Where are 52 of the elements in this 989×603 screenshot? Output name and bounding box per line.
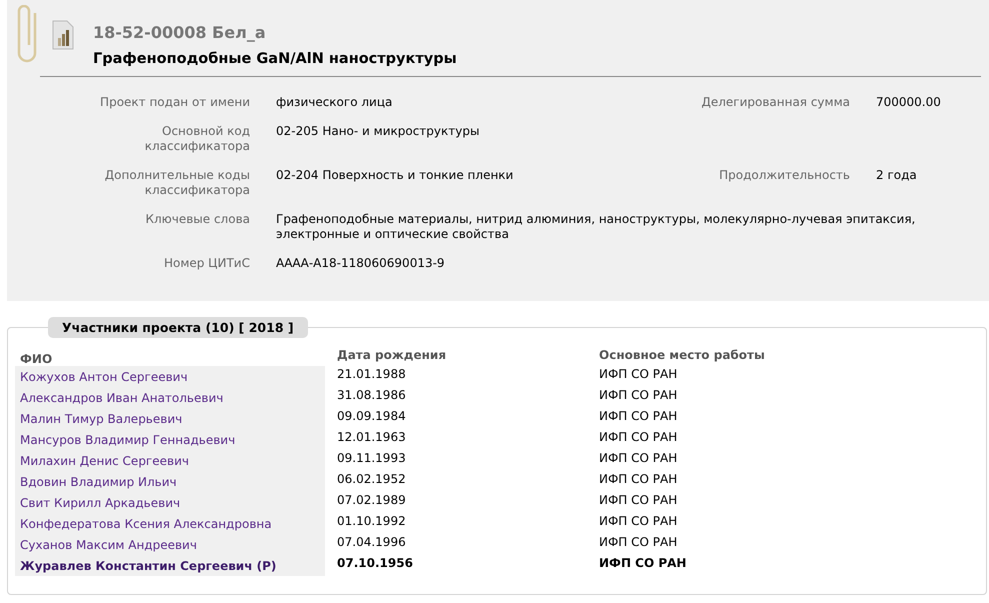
field-label: Продолжительность [718,168,850,184]
field-label: Делегированная сумма [700,95,850,110]
table-cell-text: ИФП СО РАН [599,493,678,509]
field-label: Дополнительные коды классификатора [104,168,250,198]
table-cell-text: ИФП СО РАН [599,451,678,467]
participant-link[interactable]: Малин Тимур Валерьевич [15,408,325,429]
table-cell-text: 06.02.1952 [337,472,407,488]
table-cell-text: 31.08.1986 [337,388,407,404]
table-cell-text: ИФП СО РАН [599,409,678,425]
table-cell-text: 09.09.1984 [337,409,407,425]
field-value: 02-204 Поверхность и тонкие пленки [276,168,514,184]
field-label: Номер ЦИТиС [164,256,250,271]
table-cell-text: 12.01.1963 [337,430,407,446]
field-label: Основной код классификатора [144,124,250,154]
participant-link[interactable]: Кожухов Антон Сергеевич [15,366,325,387]
table-cell-text: 07.04.1996 [337,535,407,551]
participant-link[interactable]: Конфедератова Ксения Александровна [15,513,325,534]
table-cell-text: 21.01.1988 [337,367,407,383]
participant-link[interactable]: Свит Кирилл Аркадьевич [15,492,325,513]
table-cell-text: 09.11.1993 [337,451,407,467]
table-cell-text: ИФП СО РАН [599,430,678,446]
participant-link[interactable]: Александров Иван Анатольевич [15,387,325,408]
project-code: 18-52-00008 Бел_а [93,23,267,42]
project-title: Графеноподобные GaN/AlN наноструктуры [93,51,457,67]
participant-link[interactable]: Журавлев Константин Сергеевич (Р) [15,555,325,576]
table-cell-text: 07.10.1956 [337,556,414,572]
column-header: Дата рождения [337,347,448,364]
field-value: 2 года [876,168,918,184]
table-cell-text: ИФП СО РАН [599,472,678,488]
field-value: 02-205 Нано- и микроструктуры [276,124,480,140]
participant-link[interactable]: Вдовин Владимир Ильич [15,471,325,492]
legend-text: Участники проекта (10) [62,320,234,335]
participant-link[interactable]: Суханов Максим Андреевич [15,534,325,555]
field-label: Ключевые слова [145,212,250,228]
document-chart-icon [52,20,74,50]
column-header: ФИО [19,351,54,366]
participant-link[interactable]: Милахин Денис Сергеевич [15,450,325,471]
table-cell-text: ИФП СО РАН [599,535,678,551]
table-cell-text: ИФП СО РАН [599,514,678,530]
column-header: Основное место работы [599,347,765,364]
field-value: физического лица [276,95,394,110]
field-label: Проект подан от имени [100,95,250,110]
field-value: 700000.00 [876,95,942,110]
year-link[interactable]: [ 2018 ] [238,320,294,335]
table-cell-text: 01.10.1992 [337,514,407,530]
table-cell-text: ИФП СО РАН [599,556,688,572]
field-value: Графеноподобные материалы, нитрид алюминия, наноструктуры, молекулярно-лучевая эпитаксия, электронные и оптические свойства [276,212,916,242]
table-cell-text: 07.02.1989 [337,493,407,509]
table-cell-text: ИФП СО РАН [599,388,678,404]
participant-link[interactable]: Мансуров Владимир Геннадьевич [15,429,325,450]
table-cell-text: ИФП СО РАН [599,367,678,383]
field-value: АААА-А18-118060690013-9 [276,256,446,271]
